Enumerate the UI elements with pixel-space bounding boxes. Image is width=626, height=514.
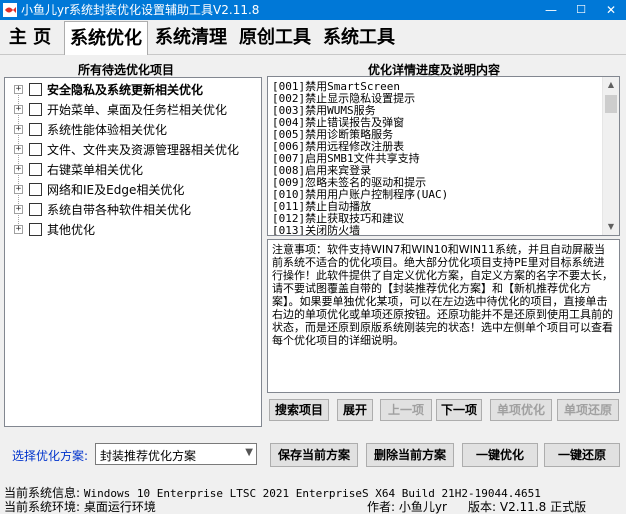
maximize-button[interactable]: ☐: [566, 0, 596, 20]
tree-item-checkbox[interactable]: [29, 203, 42, 216]
scheme-label: 选择优化方案:: [12, 449, 89, 463]
system-env-label: 当前系统环境:: [4, 500, 81, 514]
scroll-down-icon[interactable]: ▼: [603, 219, 619, 235]
tree-item-checkbox[interactable]: [29, 123, 42, 136]
left-panel-title: 所有待选优化项目: [78, 63, 175, 77]
list-scrollbar[interactable]: ▲ ▼: [602, 77, 619, 235]
tree-item-label: 文件、文件夹及资源管理器相关优化: [47, 143, 240, 157]
optimization-detail-list[interactable]: [001]禁用SmartScreen [002]禁止显示隐私设置提示 [003]…: [267, 76, 620, 236]
tree-item-label: 系统性能体验相关优化: [47, 123, 168, 137]
tree-item-checkbox[interactable]: [29, 143, 42, 156]
tree-item-label: 右键菜单相关优化: [47, 163, 144, 177]
system-env-value: 桌面运行环境: [83, 500, 156, 514]
one-click-restore-button[interactable]: 一键还原: [544, 443, 620, 467]
save-scheme-button[interactable]: 保存当前方案: [270, 443, 358, 467]
scrollbar-thumb[interactable]: [605, 95, 617, 113]
scroll-up-icon[interactable]: ▲: [603, 77, 619, 93]
tree-item-context-menu[interactable]: + 右键菜单相关优化: [5, 160, 261, 180]
notes-textarea[interactable]: 注意事项：软件支持WIN7和WIN10和WIN11系统，并且自动屏蔽当前系统不适…: [267, 239, 620, 393]
chevron-down-icon[interactable]: ▼: [245, 447, 253, 458]
window-title: 小鱼儿yr系统封装优化设置辅助工具V2.11.8: [21, 3, 260, 17]
tab-original-tools[interactable]: 原创工具: [235, 23, 315, 54]
tab-system-tools[interactable]: 系统工具: [319, 23, 399, 54]
tree-item-label: 开始菜单、桌面及任务栏相关优化: [47, 103, 228, 117]
tree-item-checkbox[interactable]: [29, 183, 42, 196]
close-button[interactable]: ✕: [596, 0, 626, 20]
tree-item-checkbox[interactable]: [29, 163, 42, 176]
expand-plus-icon[interactable]: +: [14, 205, 23, 214]
tree-item-builtin-apps[interactable]: + 系统自带各种软件相关优化: [5, 200, 261, 220]
tab-system-clean[interactable]: 系统清理: [151, 23, 231, 54]
version-value: V2.11.8 正式版: [499, 500, 587, 514]
version-label: 版本:: [468, 500, 497, 514]
author-label: 作者:: [367, 500, 396, 514]
tab-home[interactable]: 主 页: [2, 23, 58, 54]
single-restore-button[interactable]: 单项还原: [557, 399, 619, 421]
title-bar: 小鱼儿yr系统封装优化设置辅助工具V2.11.8 — ☐ ✕: [0, 0, 626, 20]
expand-plus-icon[interactable]: +: [14, 185, 23, 194]
expand-plus-icon[interactable]: +: [14, 165, 23, 174]
list-item[interactable]: [013]关闭防火墙: [272, 225, 360, 236]
tree-item-label: 网络和IE及Edge相关优化: [47, 183, 185, 197]
tree-item-checkbox[interactable]: [29, 223, 42, 236]
tree-item-checkbox[interactable]: [29, 103, 42, 116]
optimization-tree[interactable]: + 安全隐私及系统更新相关优化 + 开始菜单、桌面及任务栏相关优化 + 系统性能…: [4, 77, 262, 427]
tab-system-optimize[interactable]: 系统优化: [64, 21, 148, 55]
search-items-button[interactable]: 搜索项目: [269, 399, 329, 421]
delete-scheme-button[interactable]: 删除当前方案: [366, 443, 454, 467]
one-click-optimize-button[interactable]: 一键优化: [462, 443, 538, 467]
author-value: 小鱼儿yr: [398, 500, 447, 514]
system-env-line: 当前系统环境: 桌面运行环境: [4, 498, 156, 514]
scheme-select[interactable]: 封装推荐优化方案 ▼: [95, 443, 257, 465]
main-tab-strip: 主 页 系统优化 系统清理 原创工具 系统工具: [0, 21, 626, 55]
next-item-button[interactable]: 下一项: [436, 399, 482, 421]
scheme-selected-value: 封装推荐优化方案: [100, 449, 197, 463]
minimize-button[interactable]: —: [536, 0, 566, 20]
tree-item-performance[interactable]: + 系统性能体验相关优化: [5, 120, 261, 140]
expand-plus-icon[interactable]: +: [14, 145, 23, 154]
author-info: 作者: 小鱼儿yr: [367, 498, 447, 514]
tree-item-label: 其他优化: [47, 223, 96, 237]
expand-button[interactable]: 展开: [337, 399, 373, 421]
tree-item-other[interactable]: + 其他优化: [5, 220, 261, 240]
tree-item-privacy[interactable]: + 安全隐私及系统更新相关优化: [5, 80, 261, 100]
version-info: 版本: V2.11.8 正式版: [468, 498, 586, 514]
expand-plus-icon[interactable]: +: [14, 85, 23, 94]
previous-item-button[interactable]: 上一项: [380, 399, 432, 421]
expand-plus-icon[interactable]: +: [14, 225, 23, 234]
expand-plus-icon[interactable]: +: [14, 125, 23, 134]
tree-item-label: 安全隐私及系统更新相关优化: [47, 83, 204, 97]
tree-item-checkbox[interactable]: [29, 83, 42, 96]
tree-item-label: 系统自带各种软件相关优化: [47, 203, 192, 217]
single-optimize-button[interactable]: 单项优化: [490, 399, 552, 421]
expand-plus-icon[interactable]: +: [14, 105, 23, 114]
tree-item-explorer[interactable]: + 文件、文件夹及资源管理器相关优化: [5, 140, 261, 160]
app-fish-icon: [3, 3, 17, 17]
tree-item-network[interactable]: + 网络和IE及Edge相关优化: [5, 180, 261, 200]
tree-item-startmenu[interactable]: + 开始菜单、桌面及任务栏相关优化: [5, 100, 261, 120]
